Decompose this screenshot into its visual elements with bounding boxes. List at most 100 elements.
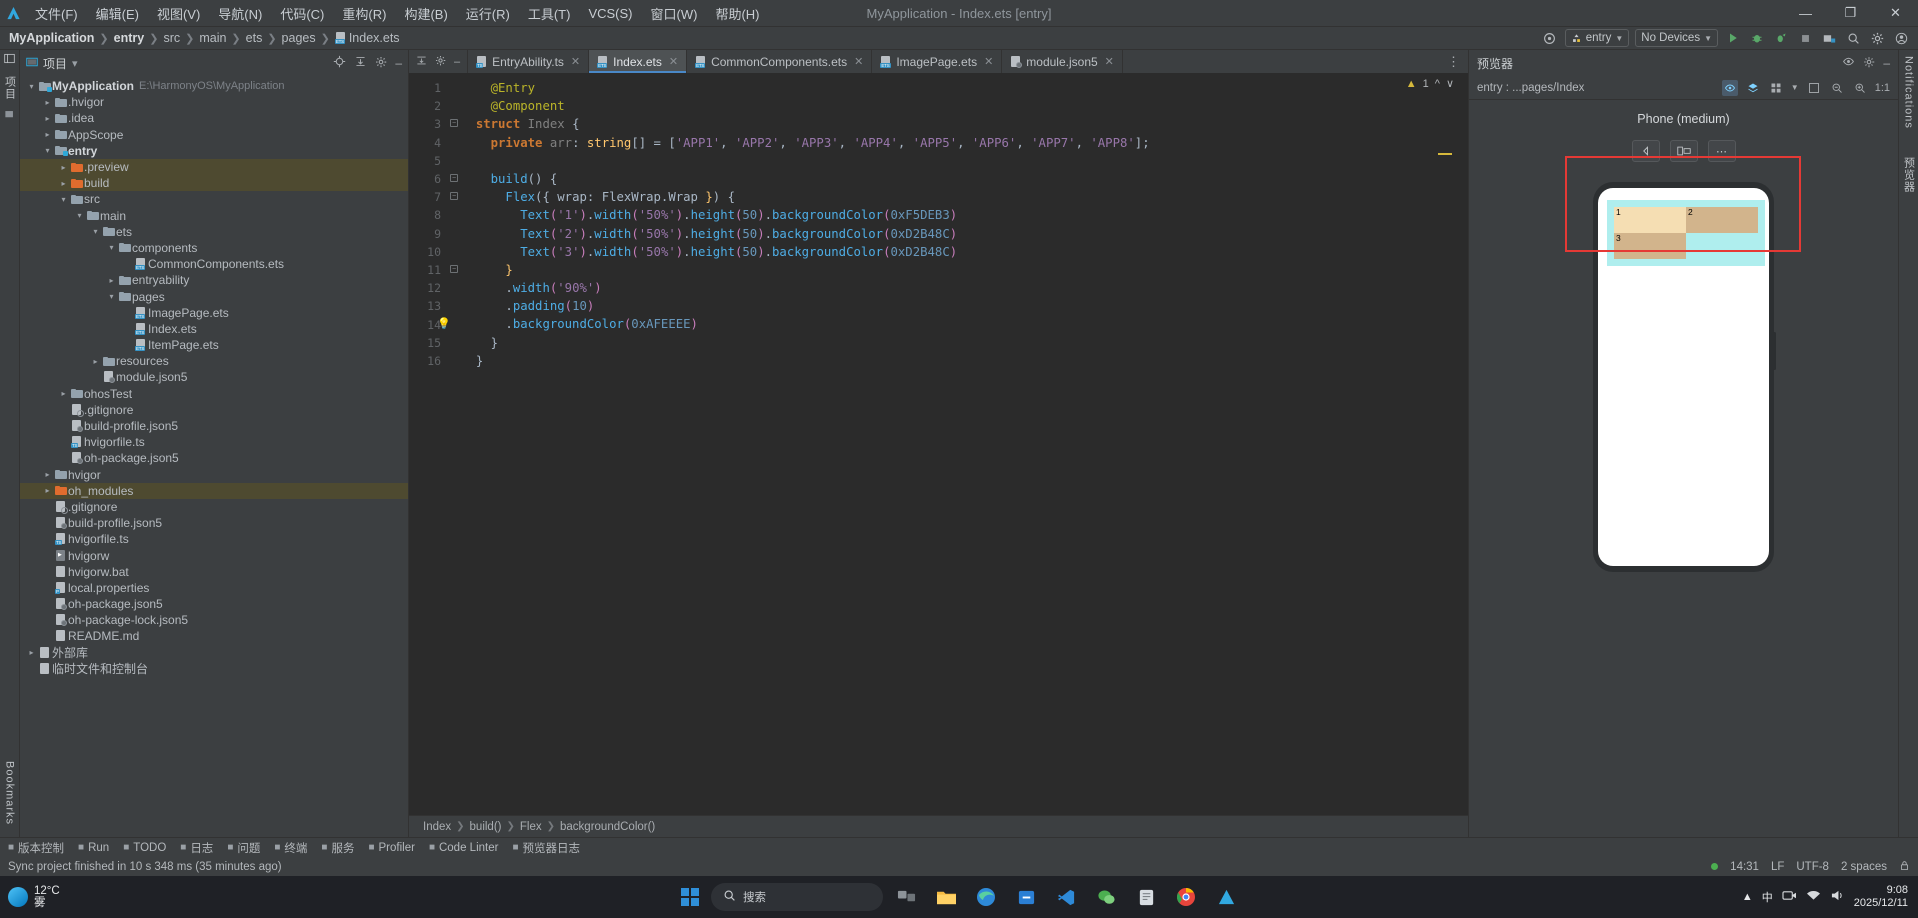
maximize-button[interactable]: ❐ [1828,0,1873,27]
breadcrumb-file[interactable]: ETS Index.ets [332,31,403,45]
tree-row[interactable]: ▾ MyApplication E:\HarmonyOS\MyApplication [20,78,408,94]
previewer-settings-icon[interactable] [1863,56,1875,71]
left-rail-bookmarks-label[interactable]: Bookmarks [4,755,16,831]
zoom-out-icon[interactable] [1829,80,1845,96]
code-line[interactable]: .width('90%') [461,279,1468,297]
code-editor[interactable]: 1 2 3 4 5 6 7 8 9 10 11 12 13 14 15 16 − − − − @Entry @… [409,73,1468,815]
tree-row[interactable]: ▸ oh_modules [20,482,408,499]
lock-icon[interactable] [1899,860,1910,874]
close-icon[interactable]: ✕ [571,55,580,68]
editor-tabs[interactable]: TS EntryAbility.ts ✕ ETS Index.ets ✕ ETS Common… [468,50,1123,73]
menu-item-code[interactable]: 代码(C) [271,2,333,25]
notes-icon[interactable] [1129,882,1163,912]
status-indent[interactable]: 2 spaces [1841,861,1887,873]
tree-row[interactable]: 临时文件和控制台 [20,661,408,677]
volume-icon[interactable] [1830,889,1845,905]
tree-row[interactable]: ▸ .idea [20,110,408,126]
menu-item-vcs[interactable]: VCS(S) [579,4,641,23]
network-icon[interactable] [1806,889,1821,905]
locate-file-icon[interactable] [333,55,346,71]
chevron-down-icon[interactable]: ▼ [1791,83,1799,92]
device-manager-icon[interactable] [1820,29,1838,47]
editor-tab[interactable]: TS EntryAbility.ts ✕ [468,50,590,73]
tool-window-bar[interactable]: ■ 版本控制 ■ Run ■ TODO ■ 日志 ■ 问题 ■ 终端 ■ 服务 ■ Profiler ■ Code… [0,837,1918,857]
tool-window-button[interactable]: ■ 问题 [227,840,260,856]
tree-row[interactable]: module.json5 [20,369,408,385]
code-line[interactable]: Text('3').width('50%').height(50).backgr… [461,243,1468,261]
tree-expander[interactable]: ▸ [106,276,117,285]
vscode-icon[interactable] [1049,882,1083,912]
chrome-icon[interactable] [1169,882,1203,912]
tree-expander[interactable]: ▾ [106,243,117,252]
tree-row[interactable]: ▾ components [20,240,408,256]
project-panel-icon[interactable] [4,50,15,70]
tree-expander[interactable]: ▸ [58,179,69,188]
tree-row[interactable]: ▸ resources [20,353,408,369]
taskbar-search[interactable]: 搜索 [711,883,883,911]
tool-window-button[interactable]: ■ Profiler [368,842,414,854]
stop-icon[interactable] [1796,29,1814,47]
wechat-icon[interactable] [1089,882,1123,912]
project-tree[interactable]: ▾ MyApplication E:\HarmonyOS\MyApplication… [20,76,408,837]
code-line[interactable]: 💡 .backgroundColor(0xAFEEEE) [437,315,1468,333]
tree-row[interactable]: ▸ AppScope [20,127,408,143]
account-icon[interactable] [1892,29,1910,47]
tool-window-button[interactable]: ■ Run [78,842,109,854]
status-encoding[interactable]: UTF-8 [1796,861,1829,873]
tree-row[interactable]: ▸ ohosTest [20,386,408,402]
code-line[interactable]: @Component [461,97,1468,115]
tree-row[interactable]: ▸ hvigor [20,467,408,483]
tree-row[interactable]: build-profile.json5 [20,418,408,434]
tree-row[interactable]: hvigorw.bat [20,564,408,580]
code-line[interactable]: } [461,352,1468,370]
structure-icon[interactable] [4,106,15,126]
search-icon[interactable] [1844,29,1862,47]
code-fold-gutter[interactable]: − − − − [447,73,461,815]
hide-panel-icon[interactable]: – [395,56,402,70]
close-icon[interactable]: ✕ [1105,55,1114,68]
breadcrumb-ets[interactable]: ets [243,31,266,45]
tree-row[interactable]: .gitignore [20,402,408,418]
code-line[interactable]: private arr: string[] = ['APP1', 'APP2',… [461,134,1468,152]
menu-item-file[interactable]: 文件(F) [26,2,87,25]
tree-row[interactable]: ▸ entryability [20,272,408,288]
tree-row[interactable]: build-profile.json5 [20,515,408,531]
tree-row[interactable]: ▸ build [20,175,408,192]
menu-item-run[interactable]: 运行(R) [457,2,519,25]
code-line[interactable]: struct Index { [461,115,1468,133]
code-line[interactable] [461,152,1468,170]
previewer-hide-icon[interactable]: – [1883,56,1890,70]
collapse-all-icon[interactable] [354,55,367,71]
close-icon[interactable]: ✕ [669,55,678,68]
tree-expander[interactable]: ▾ [58,195,69,204]
editor-breadcrumb-2[interactable]: Flex [520,821,542,833]
taskbar-clock[interactable]: 9:08 2025/12/11 [1854,884,1908,910]
tree-expander[interactable]: ▸ [42,130,53,139]
right-rail-previewer[interactable]: 预览器 [1901,151,1917,199]
code-content[interactable]: @Entry @Component struct Index { private… [437,73,1468,815]
start-icon[interactable] [675,882,705,912]
tree-expander[interactable]: ▸ [58,389,69,398]
breadcrumb-src[interactable]: src [160,31,183,45]
gear-icon[interactable] [1868,29,1886,47]
next-problem-icon[interactable]: ∨ [1446,77,1454,90]
menu-item-edit[interactable]: 编辑(E) [87,2,148,25]
tree-row[interactable]: .gitignore [20,499,408,515]
intention-bulb-icon[interactable]: 💡 [437,315,451,333]
right-rail-notifications[interactable]: Notifications [1903,50,1915,135]
tree-row[interactable]: oh-package.json5 [20,596,408,612]
tree-expander[interactable]: ▸ [42,98,53,107]
tree-row[interactable]: oh-package-lock.json5 [20,612,408,628]
menu-item-help[interactable]: 帮助(H) [706,2,768,25]
tree-row[interactable]: ▾ pages [20,288,408,304]
tool-window-button[interactable]: ■ 终端 [274,840,307,856]
preview-grid-icon[interactable] [1768,80,1784,96]
menu-item-view[interactable]: 视图(V) [148,2,209,25]
menu-item-window[interactable]: 窗口(W) [642,2,707,25]
prev-problem-icon[interactable]: ^ [1435,78,1440,90]
profile-icon[interactable] [1772,29,1790,47]
collapse-icon[interactable] [416,55,427,69]
close-icon[interactable]: ✕ [854,55,863,68]
tree-row[interactable]: Plocal.properties [20,580,408,596]
menu-item-tools[interactable]: 工具(T) [519,2,580,25]
